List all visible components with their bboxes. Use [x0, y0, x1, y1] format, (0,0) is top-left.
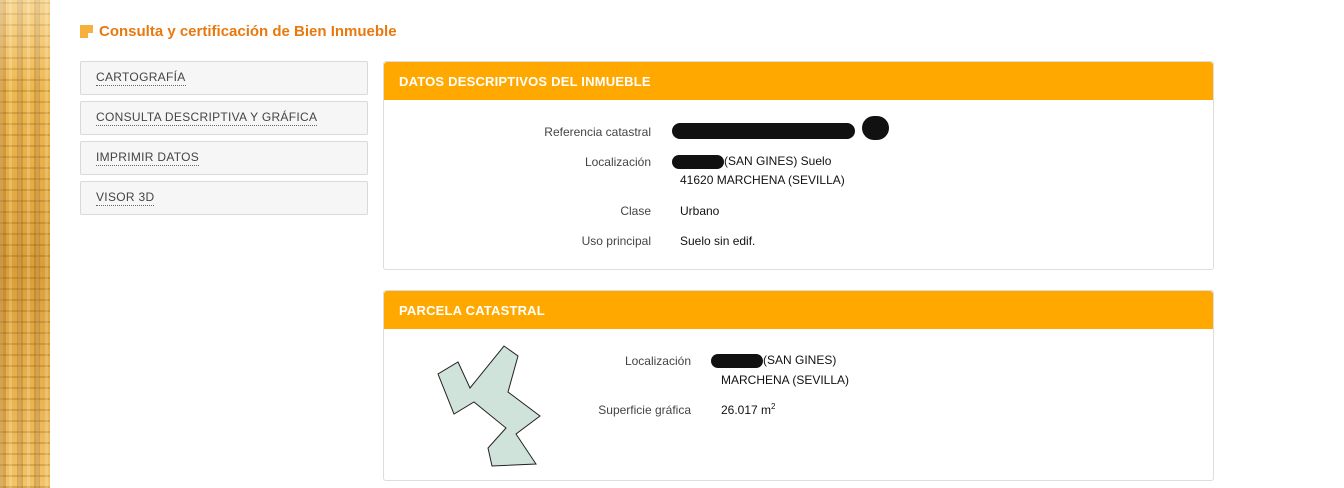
parcela-loc-label: Localización — [624, 354, 691, 368]
square-bullet-icon — [80, 25, 93, 38]
ref-label: Referencia catastral — [544, 125, 651, 139]
loc-value-line2: 41620 MARCHENA (SEVILLA) — [680, 173, 845, 187]
decorative-side-strip — [0, 0, 50, 488]
page-title-text: Consulta y certificación de Bien Inmuebl… — [99, 23, 397, 40]
superficie-value: 26.017 m2 — [721, 402, 776, 417]
superficie-exponent: 2 — [771, 402, 776, 411]
parcela-loc-line1-text: (SAN GINES) — [763, 353, 837, 367]
redaction-mark — [711, 353, 763, 368]
parcela-loc-line1: (SAN GINES) — [711, 353, 836, 368]
nav-label[interactable]: IMPRIMIR DATOS — [96, 150, 200, 166]
panel-header: DATOS DESCRIPTIVOS DEL INMUEBLE — [384, 62, 1213, 100]
loc-value-line1: (SAN GINES) Suelo — [672, 154, 831, 169]
nav-imprimir-datos[interactable]: IMPRIMIR DATOS — [80, 141, 368, 175]
nav-label[interactable]: CONSULTA DESCRIPTIVA Y GRÁFICA — [96, 110, 318, 126]
ref-value-redacted — [672, 116, 890, 140]
redaction-mark — [862, 116, 890, 140]
panel-header: PARCELA CATASTRAL — [384, 291, 1213, 329]
redaction-mark — [672, 123, 855, 139]
clase-label: Clase — [620, 204, 651, 218]
page-title: Consulta y certificación de Bien Inmuebl… — [80, 23, 397, 40]
loc-line1-text: (SAN GINES) Suelo — [724, 154, 832, 168]
clase-value: Urbano — [680, 204, 720, 218]
superficie-number: 26.017 m — [721, 403, 772, 417]
loc-label: Localización — [584, 155, 651, 169]
nav-label[interactable]: CARTOGRAFÍA — [96, 70, 186, 86]
superficie-label: Superficie gráfica — [598, 403, 691, 417]
parcela-loc-line2: MARCHENA (SEVILLA) — [721, 373, 850, 387]
uso-label: Uso principal — [581, 234, 651, 248]
nav-cartografia[interactable]: CARTOGRAFÍA — [80, 61, 368, 95]
nav-label[interactable]: VISOR 3D — [96, 190, 155, 206]
nav-consulta-descriptiva[interactable]: CONSULTA DESCRIPTIVA Y GRÁFICA — [80, 101, 368, 135]
uso-value: Suelo sin edif. — [680, 234, 756, 248]
sidebar-nav: CARTOGRAFÍA CONSULTA DESCRIPTIVA Y GRÁFI… — [80, 61, 368, 221]
redaction-mark — [672, 154, 724, 169]
nav-visor-3d[interactable]: VISOR 3D — [80, 181, 368, 215]
